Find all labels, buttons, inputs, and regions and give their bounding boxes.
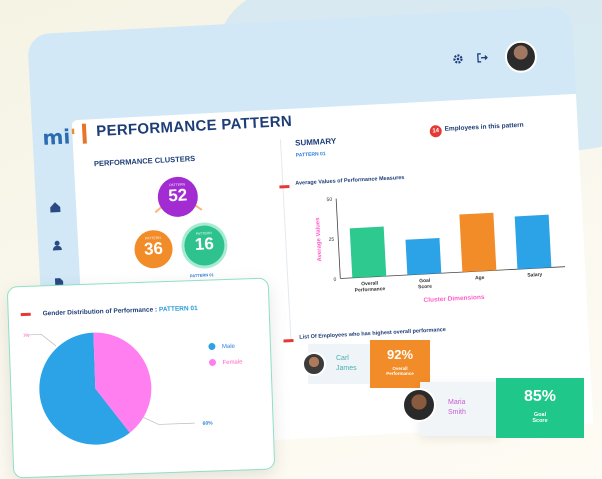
gender-distribution-card: Gender Distribution of Performance : PAT… [6, 277, 276, 479]
employee-first-name: Carl [336, 355, 349, 362]
leader-line [142, 416, 195, 425]
employee-first-name: Maria [448, 399, 466, 406]
bar [349, 226, 387, 278]
top-actions [450, 39, 538, 76]
user-icon[interactable] [50, 239, 65, 254]
employee-stat-value: 92% [386, 347, 414, 362]
leader-line [27, 334, 57, 347]
x-tick-label: Performance [355, 286, 386, 294]
pie-title: Gender Distribution of Performance : PAT… [42, 304, 198, 318]
y-tick-label: 25 [329, 237, 335, 243]
bar-chart: 02550Average ValuesOverallPerformanceGoa… [315, 197, 566, 304]
y-tick-label: 50 [326, 197, 332, 203]
section-accent [283, 339, 294, 343]
home-icon[interactable] [48, 201, 63, 216]
legend-label: Male [222, 344, 236, 350]
x-tick-label: Salary [527, 272, 543, 279]
x-tick-label: Age [475, 275, 485, 281]
bar [514, 214, 552, 270]
bar [459, 212, 497, 273]
employee-stat-label: Score [532, 418, 548, 424]
employee-stat-label: Performance [386, 371, 414, 376]
employee-last-name: James [336, 365, 357, 372]
slice-label: 40% [23, 333, 30, 339]
y-axis-label: Average Values [315, 217, 323, 262]
legend-swatch [209, 358, 217, 366]
employee-last-name: Smith [448, 409, 466, 416]
employee-avatar [402, 388, 436, 422]
employee-stat: 85% Goal Score [496, 378, 584, 438]
logout-icon[interactable] [475, 51, 490, 66]
employee-stat-value: 85% [523, 388, 557, 405]
x-tick-label: Score [418, 284, 432, 291]
bar [405, 238, 442, 275]
slice-label: 60% [203, 421, 214, 427]
legend-label: Female [222, 359, 243, 366]
employee-avatar [302, 352, 326, 376]
legend-swatch [208, 343, 216, 351]
gear-icon[interactable] [451, 53, 466, 68]
app-logo[interactable]: mi' [42, 124, 77, 150]
employee-card[interactable]: Maria Smith 85% Goal Score [400, 378, 586, 438]
section-accent [20, 312, 31, 317]
y-axis [335, 198, 341, 279]
y-tick-label: 0 [333, 277, 336, 283]
pie-chart: 40% 60% Male Female [23, 332, 243, 445]
user-avatar[interactable] [504, 39, 538, 74]
section-accent [279, 185, 290, 189]
